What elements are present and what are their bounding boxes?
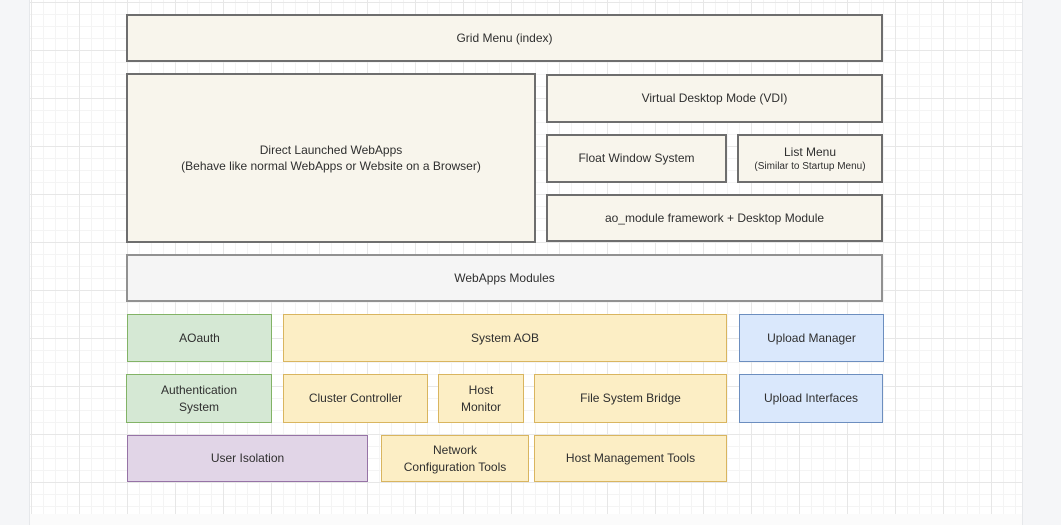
node-label: Virtual Desktop Mode (VDI) <box>642 90 788 106</box>
node-authentication-system[interactable]: AuthenticationSystem <box>126 374 272 423</box>
node-host-monitor[interactable]: HostMonitor <box>438 374 524 423</box>
node-file-system-bridge[interactable]: File System Bridge <box>534 374 727 423</box>
node-upload-manager[interactable]: Upload Manager <box>739 314 884 362</box>
node-label: WebApps Modules <box>454 270 555 286</box>
node-label: Direct Launched WebApps <box>260 142 403 158</box>
node-label: Monitor <box>461 399 501 415</box>
node-label: Authentication <box>161 382 237 398</box>
node-system-aob[interactable]: System AOB <box>283 314 727 362</box>
node-list-menu[interactable]: List Menu(Similar to Startup Menu) <box>737 134 883 183</box>
node-label: AOauth <box>179 330 220 346</box>
node-label: Configuration Tools <box>404 459 507 475</box>
node-label: List Menu <box>784 144 836 160</box>
node-label: Grid Menu (index) <box>456 30 552 46</box>
node-label: Host <box>469 382 494 398</box>
node-label: File System Bridge <box>580 390 681 406</box>
node-network-configuration-tools[interactable]: NetworkConfiguration Tools <box>381 435 529 482</box>
node-user-isolation[interactable]: User Isolation <box>127 435 368 482</box>
node-label: User Isolation <box>211 450 284 466</box>
node-label: Network <box>433 442 477 458</box>
node-grid-menu[interactable]: Grid Menu (index) <box>126 14 883 62</box>
node-float-window-system[interactable]: Float Window System <box>546 134 727 183</box>
node-label: (Similar to Startup Menu) <box>754 160 865 173</box>
node-ao-module-framework[interactable]: ao_module framework + Desktop Module <box>546 194 883 242</box>
node-label: System <box>179 399 219 415</box>
node-label: Cluster Controller <box>309 390 402 406</box>
node-upload-interfaces[interactable]: Upload Interfaces <box>739 374 883 423</box>
node-direct-launched-webapps[interactable]: Direct Launched WebApps(Behave like norm… <box>126 73 536 243</box>
node-host-management-tools[interactable]: Host Management Tools <box>534 435 727 482</box>
node-label: ao_module framework + Desktop Module <box>605 210 824 226</box>
diagram-layer: Grid Menu (index) Direct Launched WebApps… <box>0 0 1061 525</box>
node-label: System AOB <box>471 330 539 346</box>
right-sidebar-strip <box>1022 0 1061 525</box>
node-aoauth[interactable]: AOauth <box>127 314 272 362</box>
node-cluster-controller[interactable]: Cluster Controller <box>283 374 428 423</box>
node-virtual-desktop-mode[interactable]: Virtual Desktop Mode (VDI) <box>546 74 883 123</box>
node-label: Upload Manager <box>767 330 856 346</box>
node-label: Host Management Tools <box>566 450 695 466</box>
node-webapps-modules[interactable]: WebApps Modules <box>126 254 883 302</box>
node-label: Float Window System <box>578 150 694 166</box>
node-label: Upload Interfaces <box>764 390 858 406</box>
node-label: (Behave like normal WebApps or Website o… <box>181 158 481 174</box>
